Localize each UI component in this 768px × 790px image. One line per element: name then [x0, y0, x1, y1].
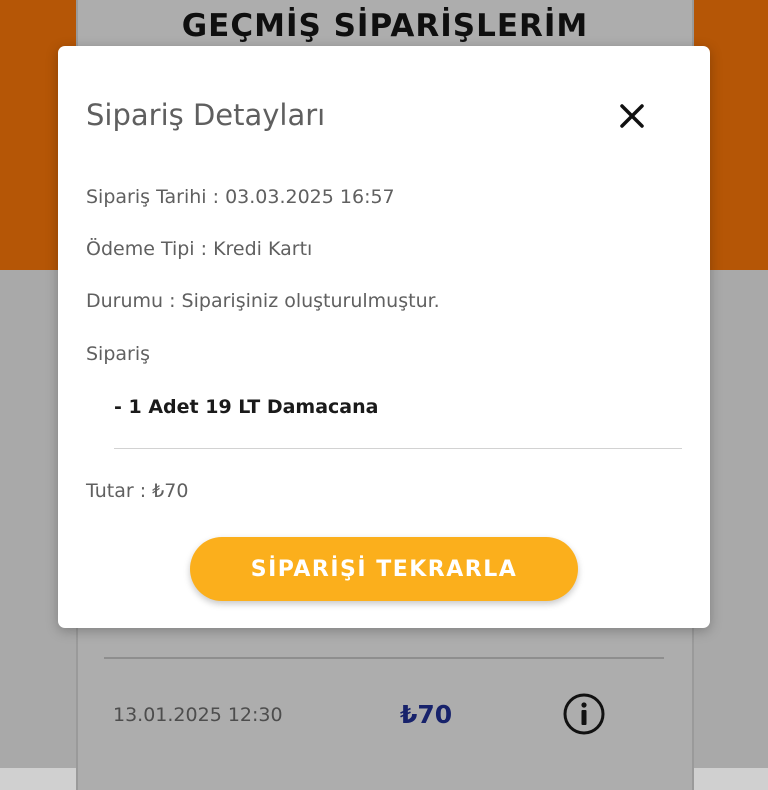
- info-circle-icon: [563, 693, 605, 735]
- order-label: Sipariş: [86, 343, 151, 365]
- payment-type-text: Ödeme Tipi : Kredi Kartı: [86, 238, 313, 260]
- modal-title: Sipariş Detayları: [86, 98, 326, 132]
- order-info-button[interactable]: [562, 692, 606, 736]
- order-row-date: 13.01.2025 12:30: [113, 704, 283, 726]
- order-divider: [114, 448, 682, 449]
- orders-divider: [104, 657, 664, 659]
- order-item: - 1 Adet 19 LT Damacana: [114, 396, 379, 418]
- order-status-text: Durumu : Siparişiniz oluşturulmuştur.: [86, 290, 440, 312]
- order-row-amount: ₺70: [400, 700, 453, 729]
- reorder-button[interactable]: SİPARİŞİ TEKRARLA: [190, 537, 578, 601]
- order-details-modal: Sipariş Detayları Sipariş Tarihi : 03.03…: [58, 46, 710, 628]
- page-title: GEÇMİŞ SİPARİŞLERİM: [181, 8, 589, 44]
- close-button[interactable]: [614, 98, 650, 134]
- order-total-text: Tutar : ₺70: [86, 480, 189, 502]
- order-date-text: Sipariş Tarihi : 03.03.2025 16:57: [86, 186, 395, 208]
- close-icon: [620, 104, 644, 128]
